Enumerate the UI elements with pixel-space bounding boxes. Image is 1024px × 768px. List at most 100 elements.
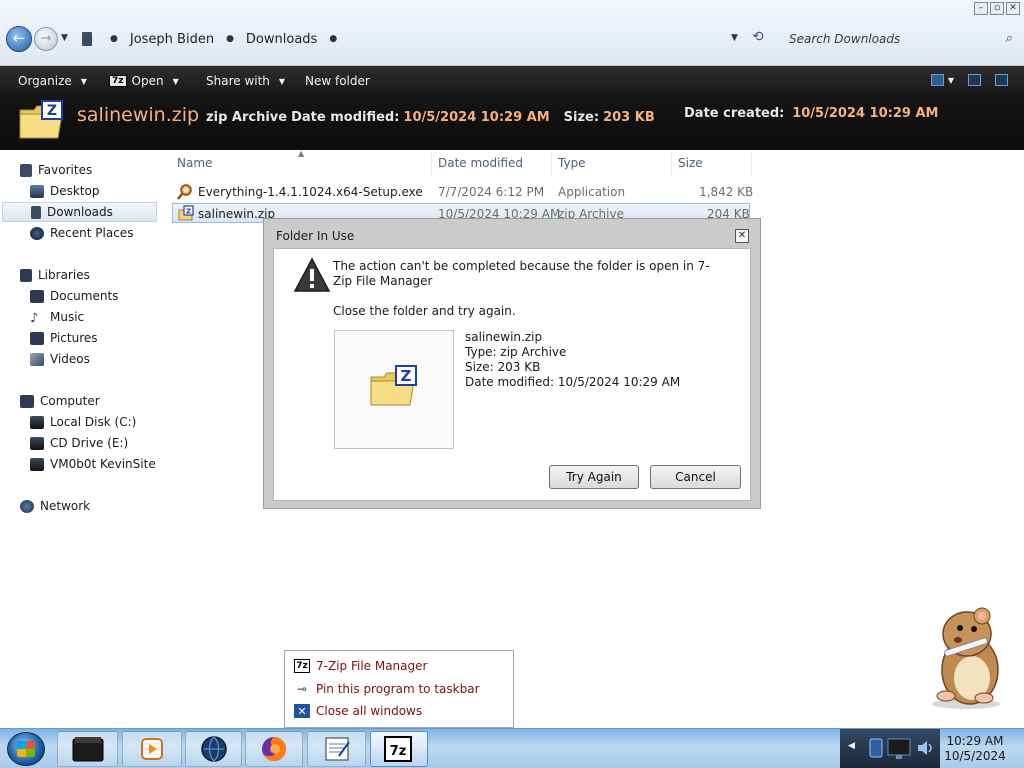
nav-computer[interactable]: Computer — [20, 391, 100, 411]
column-divider[interactable] — [751, 151, 752, 177]
jumplist-close-label: Close all windows — [316, 704, 423, 718]
nav-music-label: Music — [50, 310, 85, 324]
volume-icon[interactable] — [916, 739, 934, 757]
file-row[interactable]: Everything-1.4.1.1024.x64-Setup.exe 7/7/… — [172, 182, 753, 202]
start-button[interactable] — [7, 732, 45, 766]
chevron-down-icon: ▼ — [172, 76, 179, 86]
file-info: salinewin.zip Type: zip Archive Size: 20… — [465, 330, 680, 390]
back-button[interactable]: ← — [6, 26, 32, 52]
breadcrumb-separator[interactable]: ● — [110, 34, 118, 44]
media-player-icon — [141, 738, 163, 760]
details-date-modified: 10/5/2024 10:29 AM — [403, 110, 550, 125]
breadcrumb-user[interactable]: Joseph Biden — [130, 32, 214, 47]
minimize-button[interactable]: – — [974, 2, 988, 15]
column-divider[interactable] — [671, 151, 672, 177]
column-date-modified[interactable]: Date modified — [438, 156, 523, 170]
monitor-icon[interactable] — [886, 735, 912, 761]
jumplist-pin[interactable]: ⊸ Pin this program to taskbar — [294, 680, 480, 698]
windows-logo-icon — [17, 741, 35, 757]
file-date: 7/7/2024 6:12 PM — [438, 185, 545, 199]
nav-network[interactable]: Network — [20, 496, 90, 516]
dialog-instruction: Close the folder and try again. — [333, 304, 516, 318]
chevron-down-icon: ▼ — [278, 76, 286, 86]
taskbar-explorer[interactable] — [57, 731, 118, 767]
nav-recent-places[interactable]: Recent Places — [30, 223, 133, 243]
forward-button[interactable]: → — [34, 27, 58, 51]
preview-pane-button[interactable] — [968, 74, 981, 86]
nav-videos[interactable]: Videos — [30, 349, 90, 369]
share-with-menu[interactable]: Share with ▼ — [206, 74, 285, 88]
music-icon: ♪ — [30, 310, 39, 326]
warning-icon — [293, 257, 331, 292]
pictures-icon — [30, 331, 44, 345]
new-folder-button[interactable]: New folder — [305, 74, 370, 88]
close-icon: ✕ — [737, 230, 747, 241]
globe-icon — [200, 736, 227, 762]
system-clock[interactable]: 10:29 AM 10/5/2024 — [940, 734, 1010, 764]
downloads-folder-icon — [31, 205, 41, 219]
nav-desktop-label: Desktop — [50, 184, 100, 198]
column-size[interactable]: Size — [678, 156, 703, 170]
change-view-button[interactable] — [930, 74, 944, 86]
organize-menu[interactable]: Organize ▼ — [18, 74, 87, 88]
organize-label: Organize — [18, 74, 72, 88]
nav-music[interactable]: ♪ Music — [30, 307, 84, 327]
new-folder-label: New folder — [305, 74, 370, 88]
chevron-down-icon[interactable]: ▼ — [948, 76, 954, 85]
address-bar[interactable]: ● Joseph Biden ● Downloads ● — [78, 27, 772, 51]
jumplist-pin-label: Pin this program to taskbar — [316, 682, 480, 696]
nav-pictures[interactable]: Pictures — [30, 328, 98, 348]
notification-area: ◀ — [840, 729, 940, 768]
breadcrumb-separator[interactable]: ● — [226, 34, 234, 44]
dialog-title: Folder In Use — [276, 229, 355, 243]
close-window-button[interactable]: ✕ — [1006, 2, 1020, 15]
hamster-mascot[interactable] — [922, 600, 1008, 710]
jumplist-close-all[interactable]: ✕ Close all windows — [294, 702, 422, 720]
try-again-button[interactable]: Try Again — [549, 465, 639, 489]
file-name: Everything-1.4.1.1024.x64-Setup.exe — [198, 185, 423, 199]
dialog-close-button[interactable]: ✕ — [735, 229, 749, 243]
open-menu[interactable]: 7z Open ▼ — [109, 74, 179, 88]
breadcrumb-downloads[interactable]: Downloads — [246, 32, 317, 47]
taskbar-firefox[interactable] — [245, 731, 303, 767]
taskbar-media-player[interactable] — [122, 731, 182, 767]
hard-drive-icon — [30, 415, 44, 429]
maximize-button[interactable]: ▫ — [990, 2, 1004, 15]
show-hidden-icons-button[interactable]: ◀ — [848, 741, 855, 751]
recent-pages-dropdown[interactable]: ▼ — [61, 33, 68, 43]
folder-icon — [82, 32, 92, 46]
device-icon[interactable] — [866, 737, 886, 759]
taskbar-7zip[interactable]: 7z — [370, 731, 428, 767]
breadcrumb-separator[interactable]: ● — [329, 34, 337, 44]
taskbar-browser[interactable] — [185, 731, 242, 767]
nav-desktop[interactable]: Desktop — [30, 181, 100, 201]
column-type[interactable]: Type — [558, 156, 586, 170]
address-history-dropdown[interactable]: ▼ — [731, 33, 738, 43]
nav-local-disk[interactable]: Local Disk (C:) — [30, 412, 136, 432]
nav-network-location[interactable]: VM0b0t KevinSite — [30, 454, 156, 474]
zip-file-icon: Z — [370, 365, 417, 406]
cancel-button[interactable]: Cancel — [650, 465, 741, 489]
cd-drive-icon — [30, 436, 44, 450]
documents-icon — [30, 289, 44, 303]
taskbar-editor[interactable] — [307, 731, 366, 767]
help-button[interactable] — [995, 74, 1008, 86]
nav-favorites[interactable]: Favorites — [20, 160, 92, 180]
details-size: 203 KB — [603, 110, 655, 125]
nav-cd-drive[interactable]: CD Drive (E:) — [30, 433, 128, 453]
nav-documents[interactable]: Documents — [30, 286, 118, 306]
jumplist-open-app[interactable]: 7z 7-Zip File Manager — [294, 657, 427, 675]
refresh-button[interactable]: ⟲ — [752, 29, 764, 45]
search-icon[interactable]: ⌕ — [1005, 31, 1012, 46]
column-divider[interactable] — [551, 151, 552, 177]
search-input[interactable]: Search Downloads ⌕ — [780, 27, 1020, 51]
nav-downloads[interactable]: Downloads — [2, 202, 157, 222]
details-date-modified-label: Date modified: — [291, 110, 400, 125]
network-drive-icon — [30, 457, 44, 471]
computer-icon — [20, 394, 34, 408]
column-name[interactable]: Name — [177, 156, 212, 170]
open-label: Open — [131, 74, 164, 88]
svg-text:Z: Z — [47, 103, 57, 119]
column-divider[interactable] — [431, 151, 432, 177]
nav-libraries[interactable]: Libraries — [20, 265, 90, 285]
